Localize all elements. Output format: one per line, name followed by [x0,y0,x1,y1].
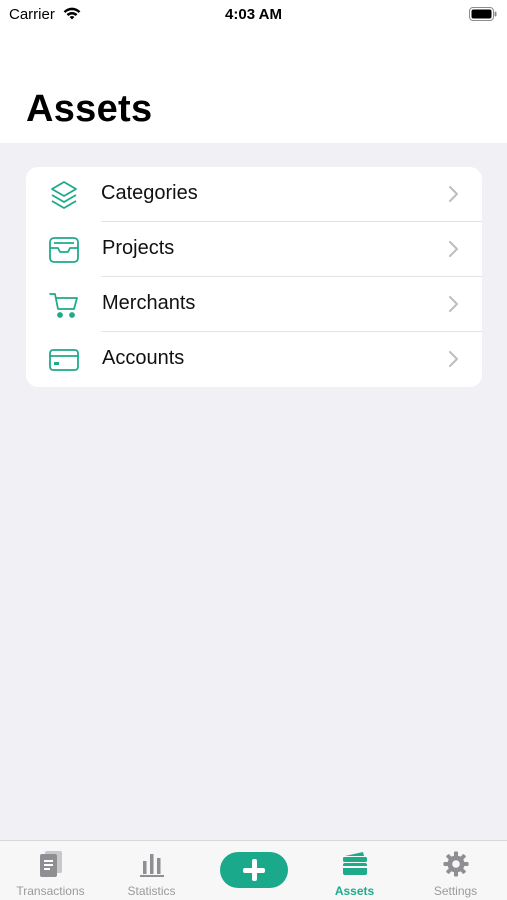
status-time: 4:03 AM [225,6,282,23]
assets-menu-card: Categories Projects Merchants Accounts [26,167,482,387]
menu-item-categories[interactable]: Categories [26,167,482,222]
menu-item-projects[interactable]: Projects [26,222,482,277]
credit-card-icon [48,344,80,376]
tab-bar: Transactions Statistics Assets Settings [0,840,507,900]
menu-item-label: Projects [102,237,175,259]
chevron-right-icon [448,185,460,203]
tab-statistics[interactable]: Statistics [101,841,202,900]
status-bar: Carrier 4:03 AM [0,0,507,30]
cards-icon [341,850,369,883]
tab-label: Settings [433,884,478,898]
gear-icon [442,850,470,883]
tab-label: Transactions [16,884,85,898]
menu-item-label: Accounts [102,347,185,369]
chevron-right-icon [448,240,460,258]
menu-item-merchants[interactable]: Merchants [26,277,482,332]
menu-item-accounts[interactable]: Accounts [26,332,482,387]
inbox-tray-icon [48,234,80,266]
menu-item-label: Categories [101,182,198,204]
menu-item-label: Merchants [102,292,196,314]
header-area: Carrier 4:03 AM Assets [0,0,507,143]
chevron-right-icon [448,350,460,368]
tab-transactions[interactable]: Transactions [0,841,101,900]
tab-label: Statistics [127,884,176,898]
battery-icon [469,7,497,25]
tab-label: Assets [334,884,375,898]
tab-assets[interactable]: Assets [304,841,405,900]
layers-icon [48,179,80,211]
chevron-right-icon [448,295,460,313]
page-title: Assets [26,88,153,130]
tab-settings[interactable]: Settings [405,841,506,900]
document-icon [38,850,64,883]
add-transaction-button[interactable] [220,852,288,888]
shopping-cart-icon [48,289,80,321]
bar-chart-icon [138,850,166,883]
